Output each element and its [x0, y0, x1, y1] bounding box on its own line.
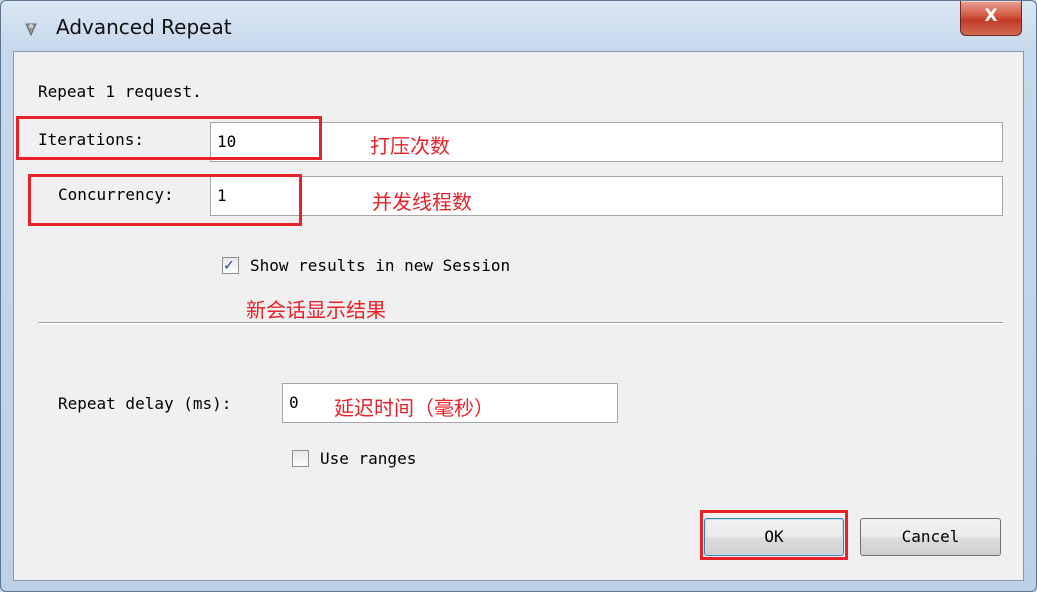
repeat-delay-value: 0 — [289, 393, 299, 412]
iterations-input[interactable]: 10 — [210, 122, 1003, 162]
summary-text: Repeat 1 request. — [38, 82, 202, 101]
cancel-button[interactable]: Cancel — [860, 518, 1001, 556]
iterations-highlight-box — [16, 116, 322, 160]
use-ranges-label[interactable]: Use ranges — [320, 449, 416, 468]
close-button[interactable]: X — [960, 1, 1022, 36]
concurrency-annotation: 并发线程数 — [372, 190, 472, 214]
repeat-delay-label: Repeat delay (ms): — [58, 394, 232, 413]
fiddler-app-icon — [25, 23, 37, 37]
repeat-delay-annotation: 延迟时间（毫秒） — [334, 396, 494, 420]
iterations-annotation: 打压次数 — [370, 134, 450, 158]
checkmark-icon: ✓ — [224, 255, 234, 274]
show-results-checkbox[interactable]: ✓ — [222, 255, 239, 274]
show-results-label[interactable]: Show results in new Session — [250, 256, 510, 275]
concurrency-input[interactable]: 1 — [210, 176, 1003, 216]
advanced-repeat-dialog: Advanced Repeat X Repeat 1 request. Iter… — [0, 0, 1037, 592]
concurrency-highlight-box — [28, 174, 302, 226]
use-ranges-checkbox[interactable] — [292, 450, 309, 467]
dialog-body: Repeat 1 request. Iterations: 10 打压次数 Co… — [13, 51, 1024, 581]
window-title: Advanced Repeat — [56, 15, 232, 39]
show-results-annotation: 新会话显示结果 — [246, 298, 386, 322]
ok-highlight-box — [700, 510, 848, 560]
title-bar[interactable]: Advanced Repeat X — [1, 1, 1036, 51]
section-divider — [38, 322, 1003, 324]
